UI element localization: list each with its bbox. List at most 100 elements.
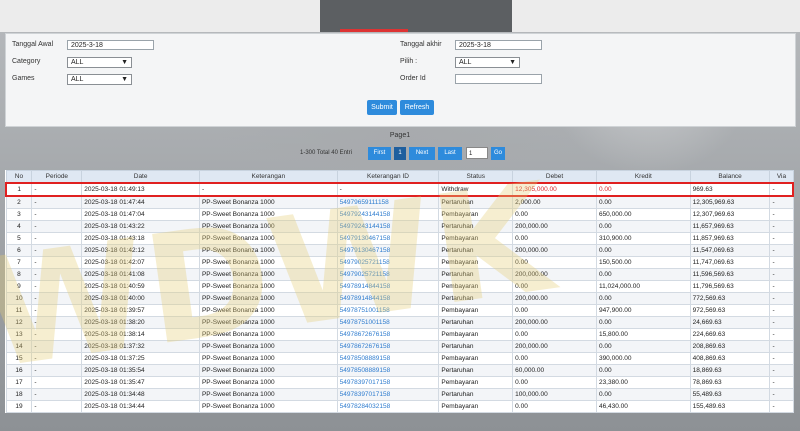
table-cell: PP-Sweet Bonanza 1000 xyxy=(198,376,338,389)
table-cell[interactable]: 54978672676158 xyxy=(336,340,440,353)
table-cell[interactable]: 54979243144158 xyxy=(336,220,440,233)
category-select[interactable]: ALL ▼ xyxy=(67,57,132,68)
order-id-input[interactable] xyxy=(455,74,542,84)
table-cell: 2025-03-18 01:37:25 xyxy=(81,352,200,365)
table-cell: PP-Sweet Bonanza 1000 xyxy=(198,208,338,221)
table-cell: Pertaruhan xyxy=(438,364,514,377)
table-cell: - xyxy=(769,388,794,401)
table-cell[interactable]: 54979243144158 xyxy=(336,208,440,221)
table-cell[interactable]: 54978284032158 xyxy=(336,400,440,413)
table-cell: 2025-03-18 01:35:47 xyxy=(81,376,200,389)
table-cell: 100,000.00 xyxy=(512,388,597,401)
last-page-button[interactable]: Last xyxy=(438,147,462,160)
table-cell: PP-Sweet Bonanza 1000 xyxy=(198,400,338,413)
table-cell[interactable]: 54978914844158 xyxy=(336,280,440,293)
table-cell: 5 xyxy=(5,232,33,245)
table-cell: - xyxy=(769,304,794,317)
table-cell: - xyxy=(769,195,794,209)
table-cell: - xyxy=(769,220,794,233)
table-cell: - xyxy=(31,304,83,317)
table-cell: Pertaruhan xyxy=(438,195,514,209)
table-cell: 15,800.00 xyxy=(595,328,691,341)
column-header: Kredit xyxy=(595,170,691,184)
table-cell[interactable]: 54979130467158 xyxy=(336,244,440,257)
pilih-select[interactable]: ALL ▼ xyxy=(455,57,520,68)
table-cell: 0.00 xyxy=(512,304,597,317)
page-number-button[interactable]: 1 xyxy=(394,147,406,160)
table-cell: 0.00 xyxy=(512,232,597,245)
table-row[interactable]: 5-2025-03-18 01:43:18 PP-Sweet Bonanza 10… xyxy=(5,232,794,245)
table-cell[interactable]: 54979130467158 xyxy=(336,232,440,245)
submit-button[interactable]: Submit xyxy=(367,100,397,115)
table-cell: 2025-03-18 01:40:59 xyxy=(81,280,200,293)
table-cell: - xyxy=(31,208,83,221)
table-row[interactable]: 19-2025-03-18 01:34:44 PP-Sweet Bonanza 1… xyxy=(5,400,794,413)
table-row[interactable]: 9-2025-03-18 01:40:59 PP-Sweet Bonanza 10… xyxy=(5,280,794,293)
page-jump-input[interactable]: 1 xyxy=(466,147,488,159)
table-cell[interactable]: 54978751001158 xyxy=(336,304,440,317)
table-cell: - xyxy=(31,268,83,281)
table-row[interactable]: 4-2025-03-18 01:43:22 PP-Sweet Bonanza 10… xyxy=(5,220,794,233)
table-cell: - xyxy=(31,364,83,377)
table-cell[interactable]: 54979025721158 xyxy=(336,256,440,269)
refresh-button[interactable]: Refresh xyxy=(400,100,434,115)
first-page-button[interactable]: First xyxy=(368,147,391,160)
table-cell: - xyxy=(31,400,83,413)
table-cell[interactable]: 54978672676158 xyxy=(336,328,440,341)
table-cell[interactable]: 54978508889158 xyxy=(336,364,440,377)
table-cell: 1 xyxy=(5,182,33,197)
table-cell: PP-Sweet Bonanza 1000 xyxy=(198,244,338,257)
table-cell: - xyxy=(31,328,83,341)
table-row[interactable]: 3-2025-03-18 01:47:04 PP-Sweet Bonanza 10… xyxy=(5,208,794,221)
table-cell: 0.00 xyxy=(595,195,691,209)
table-cell[interactable]: 54978397017158 xyxy=(336,388,440,401)
table-row[interactable]: 1-2025-03-18 01:49:13- - Withdraw 12,305,00… xyxy=(5,182,795,197)
table-row[interactable]: 12-2025-03-18 01:38:20 PP-Sweet Bonanza 1… xyxy=(5,316,794,329)
table-cell: PP-Sweet Bonanza 1000 xyxy=(198,195,338,209)
table-row[interactable]: 8-2025-03-18 01:41:08 PP-Sweet Bonanza 10… xyxy=(5,268,794,281)
table-cell: 2025-03-18 01:43:18 xyxy=(81,232,200,245)
table-cell: - xyxy=(31,182,83,197)
table-cell[interactable]: 54978751001158 xyxy=(336,316,440,329)
table-cell: Pertaruhan xyxy=(438,388,514,401)
filter-panel: Tanggal Awal 2025-3-18 Category ALL ▼ Ga… xyxy=(5,33,796,127)
column-header: Periode xyxy=(31,170,83,184)
table-cell: PP-Sweet Bonanza 1000 xyxy=(198,256,338,269)
table-cell: PP-Sweet Bonanza 1000 xyxy=(198,364,338,377)
table-cell: 18 xyxy=(5,388,33,401)
table-row[interactable]: 7-2025-03-18 01:42:07 PP-Sweet Bonanza 10… xyxy=(5,256,794,269)
table-row[interactable]: 18-2025-03-18 01:34:48 PP-Sweet Bonanza 1… xyxy=(5,388,794,401)
table-row[interactable]: 16-2025-03-18 01:35:54 PP-Sweet Bonanza 1… xyxy=(5,364,794,377)
table-row[interactable]: 10-2025-03-18 01:40:00 PP-Sweet Bonanza 1… xyxy=(5,292,794,305)
table-row[interactable]: 14-2025-03-18 01:37:32 PP-Sweet Bonanza 1… xyxy=(5,340,794,353)
tanggal-akhir-input[interactable]: 2025-3-18 xyxy=(455,40,542,50)
table-cell: 0.00 xyxy=(512,328,597,341)
next-page-button[interactable]: Next xyxy=(409,147,435,160)
active-tab-indicator xyxy=(340,29,408,32)
table-cell: 310,900.00 xyxy=(595,232,691,245)
table-cell: - xyxy=(31,244,83,257)
table-cell: - xyxy=(31,316,83,329)
table-row[interactable]: 2-2025-03-18 01:47:44 PP-Sweet Bonanza 10… xyxy=(5,195,794,209)
table-cell: 0.00 xyxy=(595,244,691,257)
table-cell[interactable]: 54979659111158 xyxy=(336,195,440,209)
table-row[interactable]: 13-2025-03-18 01:38:14 PP-Sweet Bonanza 1… xyxy=(5,328,794,341)
table-row[interactable]: 11-2025-03-18 01:39:57 PP-Sweet Bonanza 1… xyxy=(5,304,794,317)
table-cell: Pertaruhan xyxy=(438,268,514,281)
table-cell[interactable]: 54978397017158 xyxy=(336,376,440,389)
table-cell: 11,857,969.63 xyxy=(689,232,771,245)
table-cell: 6 xyxy=(5,244,33,257)
table-cell: 0.00 xyxy=(595,220,691,233)
table-row[interactable]: 6-2025-03-18 01:42:12 PP-Sweet Bonanza 10… xyxy=(5,244,794,257)
table-cell[interactable]: 54979025721158 xyxy=(336,268,440,281)
table-row[interactable]: 17-2025-03-18 01:35:47 PP-Sweet Bonanza 1… xyxy=(5,376,794,389)
tanggal-awal-input[interactable]: 2025-3-18 xyxy=(67,40,154,50)
table-row[interactable]: 15-2025-03-18 01:37:25 PP-Sweet Bonanza 1… xyxy=(5,352,794,365)
table-cell[interactable]: 54978914844158 xyxy=(336,292,440,305)
table-cell: PP-Sweet Bonanza 1000 xyxy=(198,232,338,245)
games-select[interactable]: ALL ▼ xyxy=(67,74,132,85)
table-cell: 390,000.00 xyxy=(595,352,691,365)
table-cell: 13 xyxy=(5,328,33,341)
go-button[interactable]: Go xyxy=(491,147,505,160)
table-cell[interactable]: 54978508889158 xyxy=(336,352,440,365)
